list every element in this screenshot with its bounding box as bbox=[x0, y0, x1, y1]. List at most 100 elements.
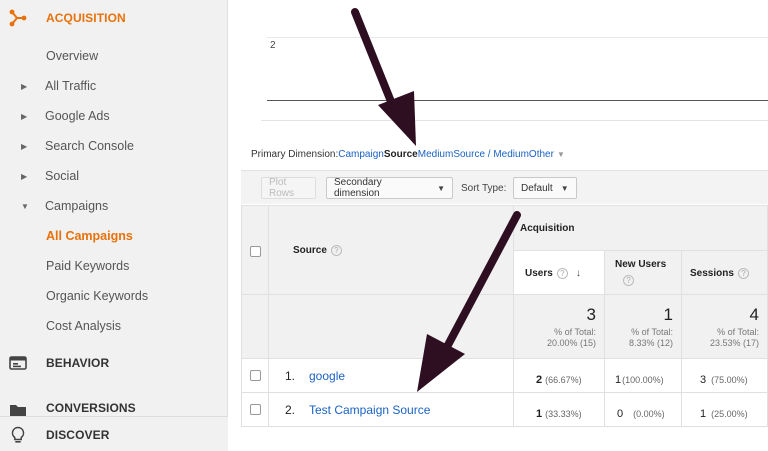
dimension-option-source-medium[interactable]: Source / Medium bbox=[453, 149, 529, 160]
sidebar-item-paid-keywords[interactable]: Paid Keywords bbox=[0, 251, 228, 281]
sidebar-item-label: Social bbox=[45, 169, 80, 183]
help-icon[interactable]: ? bbox=[330, 245, 342, 256]
help-icon[interactable]: ? bbox=[737, 268, 749, 279]
total-value: 1 bbox=[663, 305, 673, 324]
users-column-header[interactable]: Users? ↓ bbox=[514, 251, 605, 295]
row-new-users-cell: 1(100.00%) bbox=[605, 359, 682, 393]
source-link[interactable]: google bbox=[309, 369, 345, 383]
sidebar-item-label: Cost Analysis bbox=[46, 319, 122, 333]
caret-right-icon: ▶ bbox=[21, 141, 28, 151]
totals-sessions-cell: 4 % of Total: 23.53% (17) bbox=[682, 295, 768, 359]
sidebar-item-google-ads[interactable]: ▶ Google Ads bbox=[0, 101, 228, 131]
row-new-users-cell: 0 (0.00%) bbox=[605, 393, 682, 427]
sessions-header-label: Sessions bbox=[690, 268, 734, 279]
total-value: 3 bbox=[586, 305, 596, 324]
sidebar-item-label: Organic Keywords bbox=[46, 289, 149, 303]
dimension-option-source[interactable]: Source bbox=[384, 149, 418, 160]
sessions-value: 1 bbox=[700, 408, 707, 420]
help-icon[interactable]: ? bbox=[623, 275, 634, 286]
source-column-header[interactable]: Source? bbox=[293, 245, 342, 256]
sessions-pct: (25.00%) bbox=[711, 409, 748, 419]
row-checkbox-cell bbox=[241, 359, 269, 393]
sidebar-item-organic-keywords[interactable]: Organic Keywords bbox=[0, 281, 228, 311]
sessions-pct: (75.00%) bbox=[711, 375, 748, 385]
nav-section-behavior[interactable]: BEHAVIOR bbox=[0, 345, 228, 381]
table-toolbar: Plot Rows Secondary dimension ▼ Sort Typ… bbox=[241, 170, 768, 204]
nav-section-label: CONVERSIONS bbox=[46, 401, 136, 415]
row-source-cell: 1. google bbox=[269, 359, 514, 393]
source-link[interactable]: Test Campaign Source bbox=[309, 403, 430, 417]
total-pct-label: % of Total: bbox=[717, 327, 759, 337]
sort-type-dropdown[interactable]: Default ▼ bbox=[513, 177, 577, 199]
primary-dimension-bar: Primary Dimension: Campaign Source Mediu… bbox=[251, 149, 565, 160]
nav-section-acquisition[interactable]: ACQUISITION bbox=[0, 0, 228, 36]
secondary-dimension-dropdown[interactable]: Secondary dimension ▼ bbox=[326, 177, 453, 199]
row-users-cell: 2 (66.67%) bbox=[514, 359, 605, 393]
row-number: 1. bbox=[285, 369, 296, 383]
sidebar-item-overview[interactable]: Overview bbox=[0, 41, 228, 71]
row-source-cell: 2. Test Campaign Source bbox=[269, 393, 514, 427]
total-pct: 20.00% (15) bbox=[546, 338, 596, 348]
sidebar-item-all-traffic[interactable]: ▶ All Traffic bbox=[0, 71, 228, 101]
plot-rows-label: Plot Rows bbox=[269, 177, 295, 199]
plot-rows-button[interactable]: Plot Rows bbox=[261, 177, 316, 199]
total-value: 4 bbox=[749, 305, 759, 324]
row-sessions-cell: 3 (75.00%) bbox=[682, 359, 768, 393]
sidebar-item-label: Campaigns bbox=[45, 199, 109, 213]
row-checkbox[interactable] bbox=[250, 404, 261, 415]
dimension-option-medium[interactable]: Medium bbox=[418, 149, 454, 160]
sidebar-item-cost-analysis[interactable]: Cost Analysis bbox=[0, 311, 228, 341]
users-pct: (33.33%) bbox=[545, 409, 582, 419]
dimension-option-other-label: Other bbox=[528, 149, 554, 160]
row-checkbox-cell bbox=[241, 393, 269, 427]
sidebar-item-search-console[interactable]: ▶ Search Console bbox=[0, 131, 228, 161]
header-checkbox-cell bbox=[241, 205, 269, 295]
caret-right-icon: ▶ bbox=[21, 111, 28, 121]
nav-section-label: BEHAVIOR bbox=[46, 356, 110, 370]
new-users-value: 0 bbox=[617, 408, 624, 420]
users-pct: (66.67%) bbox=[545, 375, 582, 385]
chart-y-tick: 2 bbox=[270, 40, 276, 51]
primary-dimension-label: Primary Dimension: bbox=[251, 149, 339, 160]
users-header-label: Users bbox=[525, 268, 553, 279]
dimension-option-campaign[interactable]: Campaign bbox=[338, 149, 384, 160]
row-checkbox[interactable] bbox=[250, 370, 261, 381]
sort-desc-icon: ↓ bbox=[575, 268, 581, 279]
users-value: 1 bbox=[536, 408, 543, 420]
sessions-column-header[interactable]: Sessions? bbox=[682, 251, 768, 295]
total-pct-label: % of Total: bbox=[554, 327, 596, 337]
users-value: 2 bbox=[536, 374, 543, 386]
chevron-down-icon: ▼ bbox=[560, 183, 569, 193]
source-column-header-label: Source bbox=[293, 245, 327, 256]
sort-type-value: Default bbox=[521, 182, 553, 194]
nav-section-discover[interactable]: DISCOVER bbox=[0, 417, 228, 451]
chart-gridline bbox=[267, 37, 768, 38]
secondary-dimension-label: Secondary dimension bbox=[334, 177, 382, 199]
nav-section-label: ACQUISITION bbox=[46, 11, 126, 25]
caret-right-icon: ▶ bbox=[21, 171, 28, 181]
total-pct-label: % of Total: bbox=[631, 327, 673, 337]
acquisition-icon bbox=[9, 9, 27, 27]
total-pct: 23.53% (17) bbox=[709, 338, 759, 348]
new-users-header-label: New Users bbox=[615, 259, 667, 270]
sidebar-item-social[interactable]: ▶ Social bbox=[0, 161, 228, 191]
caret-right-icon: ▶ bbox=[21, 81, 28, 91]
row-number: 2. bbox=[285, 403, 296, 417]
sidebar-item-label: Google Ads bbox=[45, 109, 110, 123]
main-content: 2 Primary Dimension: Campaign Source Med… bbox=[229, 0, 768, 451]
totals-users-cell: 3 % of Total: 20.00% (15) bbox=[514, 295, 605, 359]
sidebar-item-campaigns[interactable]: ▼ Campaigns bbox=[0, 191, 228, 221]
dimension-option-other[interactable]: Other ▼ bbox=[529, 149, 565, 160]
source-header-cell: Source? bbox=[269, 205, 514, 295]
new-users-column-header[interactable]: New Users ? bbox=[605, 251, 682, 295]
new-users-pct: (100.00%) bbox=[622, 375, 664, 385]
chevron-down-icon: ▼ bbox=[437, 183, 445, 193]
help-icon[interactable]: ? bbox=[556, 268, 568, 279]
sort-type-label: Sort Type: bbox=[461, 183, 507, 194]
sidebar-item-label: Paid Keywords bbox=[46, 259, 130, 273]
sidebar: ACQUISITION Overview ▶ All Traffic ▶ Goo… bbox=[0, 0, 228, 451]
select-all-checkbox[interactable] bbox=[250, 246, 261, 257]
total-pct: 8.33% (12) bbox=[628, 338, 673, 348]
sidebar-item-all-campaigns[interactable]: All Campaigns bbox=[0, 221, 228, 251]
new-users-pct: (0.00%) bbox=[633, 409, 665, 419]
